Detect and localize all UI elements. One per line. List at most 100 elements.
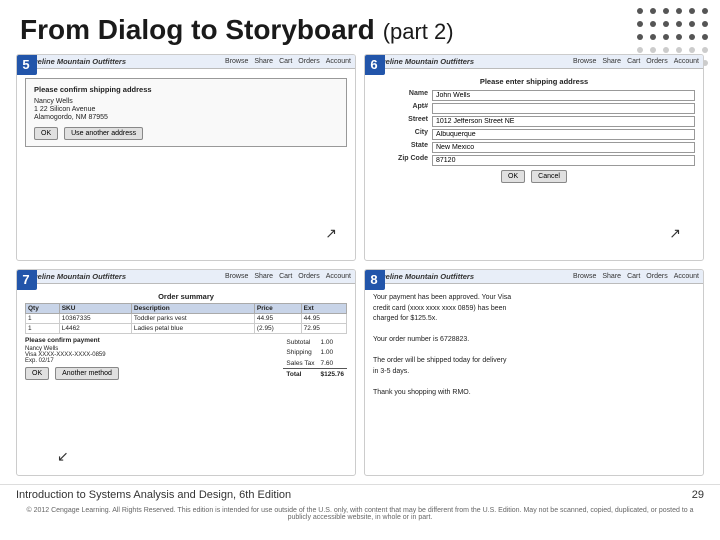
- form-title-6: Please enter shipping address: [373, 77, 695, 86]
- title-main: From Dialog to Storyboard: [20, 14, 375, 46]
- nav-cart-7[interactable]: Cart: [279, 273, 292, 280]
- confirm-shipping-box-5: Please confirm shipping address Nancy We…: [25, 78, 347, 147]
- label-street: Street: [373, 116, 428, 127]
- confirm-payment-label: Please confirm payment: [25, 337, 119, 344]
- totals-tax: Sales Tax 7.60: [283, 358, 347, 369]
- payment-totals-area: Please confirm payment Nancy Wells Visa …: [25, 337, 347, 380]
- nav-share-7[interactable]: Share: [254, 273, 273, 280]
- btn-row-6: OK Cancel: [373, 170, 695, 183]
- payer-exp: Exp. 02/17: [25, 358, 119, 364]
- nav-share-6[interactable]: Share: [602, 58, 621, 65]
- step-badge-8: 8: [364, 269, 385, 290]
- panel-6: 6 Ridgeline Mountain Outfitters Browse S…: [364, 54, 704, 261]
- confirmation-message: Your payment has been approved. Your Vis…: [373, 293, 695, 398]
- footer-citation: Introduction to Systems Analysis and Des…: [16, 489, 291, 501]
- nav-cart-8[interactable]: Cart: [627, 273, 640, 280]
- btn-row-5: OK Use another address: [34, 127, 338, 140]
- nav-share-8[interactable]: Share: [602, 273, 621, 280]
- panel-8-body: Your payment has been approved. Your Vis…: [365, 284, 703, 407]
- copyright-text: © 2012 Cengage Learning. All Rights Rese…: [26, 507, 693, 521]
- page-title: From Dialog to Storyboard (part 2): [0, 0, 720, 54]
- input-state[interactable]: [432, 142, 695, 153]
- order-title-7: Order summary: [25, 292, 347, 301]
- label-zip: Zip Code: [373, 155, 428, 166]
- label-name: Name: [373, 90, 428, 101]
- nav-links-6: Browse Share Cart Orders Account: [573, 58, 699, 65]
- step-badge-7: 7: [16, 269, 37, 290]
- panel-5: 5 Ridgeline Mountain Outfitters Browse S…: [16, 54, 356, 261]
- panel-7-nav: Ridgeline Mountain Outfitters Browse Sha…: [17, 270, 355, 284]
- input-apt[interactable]: [432, 103, 695, 114]
- order-table-7: Qty SKU Description Price Ext 1 10367335…: [25, 303, 347, 334]
- totals-table-7: Subtotal 1.00 Shipping 1.00 Sales Tax 7.…: [283, 337, 347, 380]
- payment-info-7: Please confirm payment Nancy Wells Visa …: [25, 337, 119, 380]
- ok-button-5[interactable]: OK: [34, 127, 58, 140]
- order-row-1: 1 10367335 Toddler parks vest 44.95 44.9…: [26, 314, 347, 324]
- nav-orders-6[interactable]: Orders: [646, 58, 667, 65]
- nav-cart-5[interactable]: Cart: [279, 58, 292, 65]
- input-city[interactable]: [432, 129, 695, 140]
- page-number: 29: [692, 489, 704, 501]
- another-method-button[interactable]: Another method: [55, 367, 119, 380]
- panel-8: 8 Ridgeline Mountain Outfitters Browse S…: [364, 269, 704, 476]
- footer: Introduction to Systems Analysis and Des…: [0, 484, 720, 505]
- btn-row-7: OK Another method: [25, 367, 119, 380]
- msg-shipping-1: The order will be shipped today for deli…: [373, 356, 695, 367]
- cancel-button-6[interactable]: Cancel: [531, 170, 567, 183]
- nav-account-7[interactable]: Account: [326, 273, 351, 280]
- nav-links-5: Browse Share Cart Orders Account: [225, 58, 351, 65]
- arrow-pointer-6: ↗: [669, 225, 681, 242]
- panel-6-nav: Ridgeline Mountain Outfitters Browse Sha…: [365, 55, 703, 69]
- ok-button-7[interactable]: OK: [25, 367, 49, 380]
- msg-line-1: Your payment has been approved. Your Vis…: [373, 293, 695, 304]
- copyright-footer: © 2012 Cengage Learning. All Rights Rese…: [0, 505, 720, 523]
- col-sku: SKU: [59, 304, 131, 314]
- ok-button-6[interactable]: OK: [501, 170, 525, 183]
- storyboard-grid: 5 Ridgeline Mountain Outfitters Browse S…: [0, 54, 720, 484]
- input-zip[interactable]: [432, 155, 695, 166]
- arrow-pointer-7: ↙: [57, 448, 69, 465]
- col-price: Price: [254, 304, 301, 314]
- label-city: City: [373, 129, 428, 140]
- nav-orders-7[interactable]: Orders: [298, 273, 319, 280]
- panel-8-nav: Ridgeline Mountain Outfitters Browse Sha…: [365, 270, 703, 284]
- nav-cart-6[interactable]: Cart: [627, 58, 640, 65]
- label-state: State: [373, 142, 428, 153]
- panel-7-body: Order summary Qty SKU Description Price …: [17, 284, 355, 385]
- nav-account-8[interactable]: Account: [674, 273, 699, 280]
- confirm-title-5: Please confirm shipping address: [34, 85, 338, 94]
- nav-share-5[interactable]: Share: [254, 58, 273, 65]
- nav-orders-5[interactable]: Orders: [298, 58, 319, 65]
- input-name[interactable]: [432, 90, 695, 101]
- col-ext: Ext: [301, 304, 346, 314]
- title-subtitle: (part 2): [383, 19, 454, 45]
- totals-subtotal: Subtotal 1.00: [283, 337, 347, 347]
- address-line-1: Nancy Wells: [34, 98, 338, 105]
- arrow-pointer-5: ↗: [325, 225, 337, 242]
- address-line-3: Alamogordo, NM 87955: [34, 114, 338, 121]
- msg-line-3: charged for $125.5x.: [373, 314, 695, 325]
- msg-thanks: Thank you shopping with RMO.: [373, 388, 695, 399]
- msg-order-number: Your order number is 6728823.: [373, 335, 695, 346]
- address-line-2: 1 22 Silicon Avenue: [34, 106, 338, 113]
- nav-account-6[interactable]: Account: [674, 58, 699, 65]
- nav-browse-5[interactable]: Browse: [225, 58, 248, 65]
- panel-5-body: Please confirm shipping address Nancy We…: [17, 69, 355, 156]
- panel-7: 7 Ridgeline Mountain Outfitters Browse S…: [16, 269, 356, 476]
- nav-browse-7[interactable]: Browse: [225, 273, 248, 280]
- panel-5-nav: Ridgeline Mountain Outfitters Browse Sha…: [17, 55, 355, 69]
- use-another-address-button[interactable]: Use another address: [64, 127, 143, 140]
- nav-browse-6[interactable]: Browse: [573, 58, 596, 65]
- col-desc: Description: [131, 304, 254, 314]
- label-apt: Apt#: [373, 103, 428, 114]
- totals-shipping: Shipping 1.00: [283, 347, 347, 357]
- shipping-form-6: Name Apt# Street City State Zip Code: [373, 90, 695, 166]
- nav-links-7: Browse Share Cart Orders Account: [225, 273, 351, 280]
- input-street[interactable]: [432, 116, 695, 127]
- nav-account-5[interactable]: Account: [326, 58, 351, 65]
- totals-total: Total $125.76: [283, 369, 347, 380]
- step-badge-5: 5: [16, 54, 37, 75]
- msg-shipping-2: in 3-5 days.: [373, 367, 695, 378]
- nav-orders-8[interactable]: Orders: [646, 273, 667, 280]
- nav-browse-8[interactable]: Browse: [573, 273, 596, 280]
